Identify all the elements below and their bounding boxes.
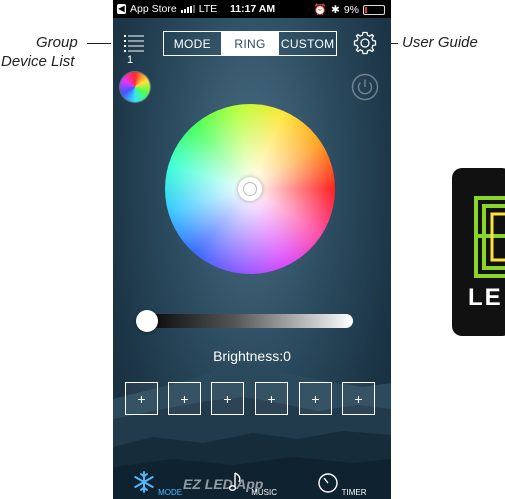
tabbar-mode[interactable]: MODE: [127, 470, 187, 497]
preset-slot-6[interactable]: +: [342, 382, 375, 415]
led-app-logo: LE: [452, 168, 505, 336]
back-arrow-icon[interactable]: ◀: [117, 4, 126, 14]
tab-custom[interactable]: CUSTOM: [279, 32, 336, 55]
tab-mode[interactable]: MODE: [164, 32, 222, 55]
tabbar-music[interactable]: MUSIC: [221, 470, 281, 497]
group-callout-line: [87, 43, 111, 44]
tabbar-timer-label: TIMER: [341, 488, 367, 497]
bottom-tab-bar: MODE MUSIC TIMER: [113, 457, 391, 499]
group-list-icon[interactable]: [124, 34, 144, 52]
timer-icon: [317, 473, 338, 493]
tabbar-timer[interactable]: TIMER: [311, 470, 371, 497]
tabbar-mode-label: MODE: [158, 488, 183, 497]
power-icon[interactable]: [351, 73, 379, 101]
group-callout-label: Group: [36, 33, 78, 52]
alarm-icon: ⏰: [313, 4, 327, 16]
status-time: 11:17 AM: [230, 3, 276, 15]
status-bar: ◀ App Store LTE 11:17 AM ⏰ ✱ 9%: [113, 0, 391, 18]
logo-text: LE: [468, 284, 503, 311]
signal-icon: [180, 5, 195, 13]
user-guide-callout-label: User Guide: [402, 34, 478, 51]
preset-slot-5[interactable]: +: [299, 382, 332, 415]
phone-screen: ◀ App Store LTE 11:17 AM ⏰ ✱ 9% 1 MODE R…: [113, 0, 391, 499]
mode-segmented-control: MODE RING CUSTOM: [163, 31, 337, 56]
color-wheel-picker-handle[interactable]: [238, 177, 262, 201]
preset-slot-3[interactable]: +: [211, 382, 244, 415]
color-preview-icon[interactable]: [120, 72, 150, 102]
gear-icon[interactable]: [353, 31, 377, 55]
brightness-slider-knob[interactable]: [136, 310, 158, 332]
preset-slot-4[interactable]: +: [255, 382, 288, 415]
tab-ring[interactable]: RING: [221, 32, 280, 55]
battery-icon: [363, 4, 385, 15]
device-list-callout-label: Device List: [1, 53, 75, 70]
music-note-icon: [228, 472, 241, 491]
group-callout-line1: Group: [36, 34, 78, 51]
network-label: LTE: [198, 3, 218, 15]
brightness-label: Brightness:0: [213, 348, 291, 364]
snowflake-icon: [134, 471, 154, 493]
preset-slot-2[interactable]: +: [168, 382, 201, 415]
back-app-label[interactable]: App Store: [130, 3, 177, 15]
preset-slot-1[interactable]: +: [125, 382, 158, 415]
battery-percent: 9%: [343, 3, 359, 16]
group-count: 1: [127, 54, 134, 66]
brightness-slider-track[interactable]: [138, 314, 353, 328]
tabbar-music-label: MUSIC: [251, 488, 277, 497]
bluetooth-icon: ✱: [331, 3, 340, 16]
